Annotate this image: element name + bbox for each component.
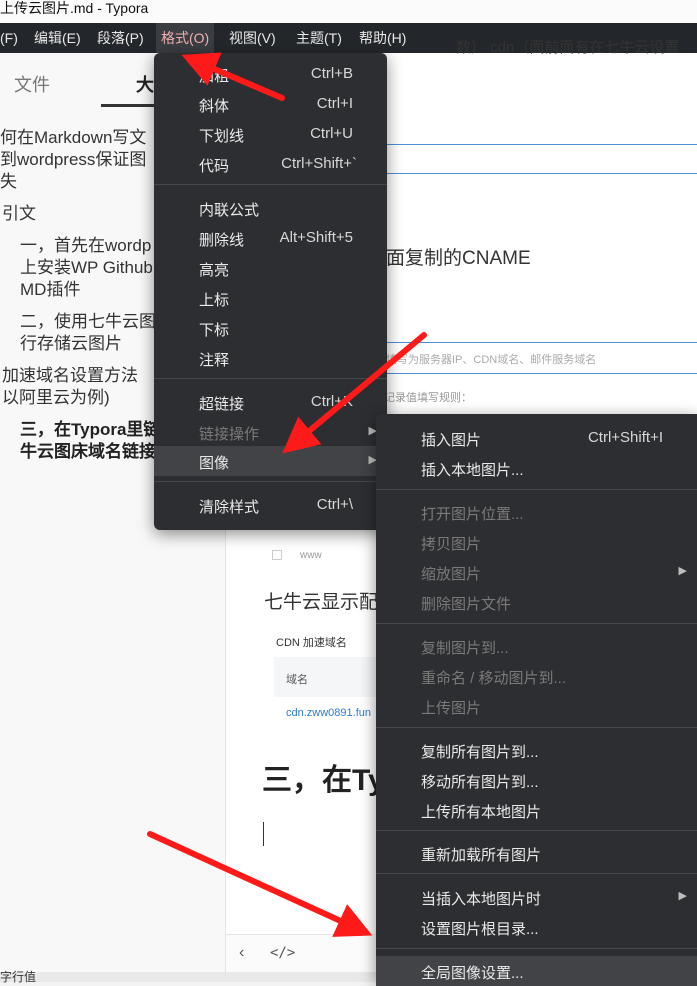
menu-item-underline[interactable]: 下划线 Ctrl+U [154,119,387,149]
qiniu-text: 七牛云显示配 [264,592,379,613]
cdn-label: CDN 加速域名 [276,637,347,649]
menu-item-hyperlink[interactable]: 超链接 Ctrl+K [154,387,387,417]
placeholder-text: 填写为服务器IP、CDN域名、邮件服务域名 [386,354,597,366]
chevron-right-icon: ▶ [678,890,687,902]
outline-item[interactable]: 行存储云图片 [20,333,122,355]
menu-separator [376,830,697,831]
outline-item-active[interactable]: 三，在Typora里链 [20,419,160,441]
menu-item-image[interactable]: 图像 ▶ [154,446,387,476]
menu-item-move-all-images[interactable]: 移动所有图片到... [376,765,697,795]
cname-text: 面复制的CNAME [386,248,531,269]
menu-item-highlight[interactable]: 高亮 [154,253,387,283]
menu-item-upload-image[interactable]: 上传图片 [376,691,697,721]
outline-item[interactable]: 到wordpress保证图 [0,149,146,171]
menu-separator [376,727,697,728]
menu-item-copy-image-to[interactable]: 复制图片到... [376,631,697,661]
menu-item-italic[interactable]: 斜体 Ctrl+I [154,89,387,119]
chevron-right-icon: ▶ [678,565,687,577]
menu-item-set-image-root[interactable]: 设置图片根目录... [376,912,697,942]
source-code-icon[interactable]: </> [270,945,295,961]
www-text: www [300,550,322,561]
domain-label: 域名 [286,674,308,686]
menu-item-reload-all-images[interactable]: 重新加载所有图片 [376,838,697,868]
text-cursor [263,822,264,846]
menu-separator [154,481,387,482]
menu-theme[interactable]: 主题(T) [291,23,347,53]
domain-row: 域名 [274,657,378,697]
format-menu: 加粗 Ctrl+B 斜体 Ctrl+I 下划线 Ctrl+U 代码 Ctrl+Shift… [154,53,387,530]
menu-separator [376,489,697,490]
menu-file[interactable]: (F) [0,23,23,53]
hint-text: 记录值填写规则： [384,392,472,404]
outline-item[interactable]: 一，首先在wordp [20,235,151,257]
screenshot-input-box: 填写为服务器IP、CDN域名、邮件服务域名 [381,342,697,374]
outline-item[interactable]: MD插件 [20,279,80,301]
checkbox-icon [272,550,282,560]
menu-item-insert-local-image[interactable]: 插入本地图片... [376,453,697,483]
menu-item-code[interactable]: 代码 Ctrl+Shift+` [154,149,387,179]
screenshot-input-box [381,144,697,174]
menu-item-superscript[interactable]: 上标 [154,283,387,313]
menu-item-rename-move-image[interactable]: 重命名 / 移动图片到... [376,661,697,691]
menu-separator [154,378,387,379]
menu-view[interactable]: 视图(V) [224,23,281,53]
outline-item[interactable]: 失 [0,171,17,193]
tab-files[interactable]: 文件 [14,71,50,97]
outline-item-active[interactable]: 牛云图床域名链接 [20,441,156,463]
title-bar: 上传云图片.md - Typora [0,0,697,23]
menu-format[interactable]: 格式(O) [156,23,215,53]
window-title: 上传云图片.md - Typora [0,0,149,16]
menu-item-subscript[interactable]: 下标 [154,313,387,343]
section-heading: 三，在Ty [262,764,385,797]
domain-value: cdn.zww0891.fun [286,707,371,719]
outline-item[interactable]: 上安装WP Github [20,257,153,279]
menu-item-strikethrough[interactable]: 删除线 Alt+Shift+5 [154,223,387,253]
menu-item-zoom-image[interactable]: 缩放图片 ▶ [376,557,697,587]
outline-item[interactable]: 引文 [2,203,36,225]
editor-top-text: 数） cdn（面前面有在七牛云设置 [456,39,680,56]
outline-item[interactable]: 二，使用七牛云图 [20,311,156,333]
menu-item-link-actions[interactable]: 链接操作 ▶ [154,417,387,447]
outline-item[interactable]: 何在Markdown写文 [0,127,146,149]
menu-paragraph[interactable]: 段落(P) [92,23,149,53]
menu-help[interactable]: 帮助(H) [354,23,411,53]
menu-item-bold[interactable]: 加粗 Ctrl+B [154,59,387,89]
outline-item[interactable]: 以阿里云为例) [2,387,110,409]
menu-item-copy-image[interactable]: 拷贝图片 [376,527,697,557]
menu-item-copy-all-images[interactable]: 复制所有图片到... [376,735,697,765]
menu-item-delete-image-file[interactable]: 删除图片文件 [376,587,697,617]
menu-item-comment[interactable]: 注释 [154,343,387,373]
menu-item-open-image-location[interactable]: 打开图片位置... [376,497,697,527]
menu-separator [376,623,697,624]
menu-item-insert-image[interactable]: 插入图片 Ctrl+Shift+I [376,423,697,453]
chevron-left-icon[interactable]: ‹ [239,944,244,962]
menu-separator [376,948,697,949]
editor-footer: ‹ </> [226,934,376,973]
menu-item-clear-format[interactable]: 清除样式 Ctrl+\ [154,490,387,520]
image-submenu: 插入图片 Ctrl+Shift+I 插入本地图片... 打开图片位置... 拷贝图… [376,414,697,986]
menu-item-upload-all-local-images[interactable]: 上传所有本地图片 [376,795,697,825]
outline-item[interactable]: 加速域名设置方法 [2,365,138,387]
menu-item-when-insert-local-image[interactable]: 当插入本地图片时 ▶ [376,882,697,912]
menu-edit[interactable]: 编辑(E) [29,23,86,53]
tab-outline[interactable]: 大 [136,71,154,97]
menu-item-inline-math[interactable]: 内联公式 [154,193,387,223]
menu-separator [376,873,697,874]
status-text: 字行值 [0,970,37,984]
menu-separator [154,184,387,185]
